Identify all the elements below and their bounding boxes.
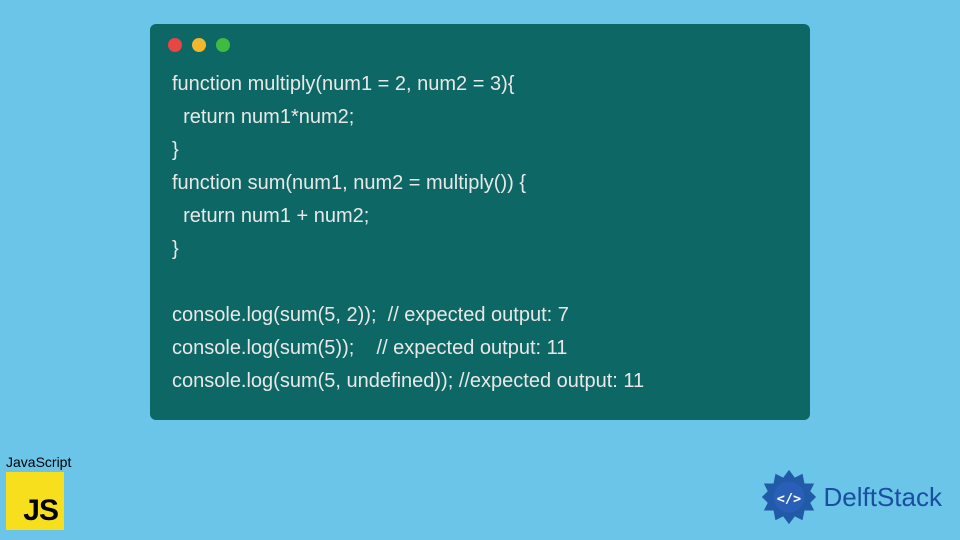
minimize-icon — [192, 38, 206, 52]
javascript-logo-text: JS — [23, 496, 58, 526]
javascript-logo-icon: JS — [6, 472, 64, 530]
code-window: function multiply(num1 = 2, num2 = 3){ r… — [150, 24, 810, 420]
maximize-icon — [216, 38, 230, 52]
javascript-label: JavaScript — [6, 454, 86, 470]
delftstack-badge: </> DelftStack — [760, 468, 943, 526]
delftstack-logo-icon: </> — [760, 468, 818, 526]
window-controls — [150, 24, 810, 62]
code-block: function multiply(num1 = 2, num2 = 3){ r… — [150, 62, 810, 402]
javascript-badge: JavaScript JS — [6, 454, 86, 530]
close-icon — [168, 38, 182, 52]
svg-text:</>: </> — [776, 491, 800, 507]
delftstack-text: DelftStack — [824, 482, 943, 513]
